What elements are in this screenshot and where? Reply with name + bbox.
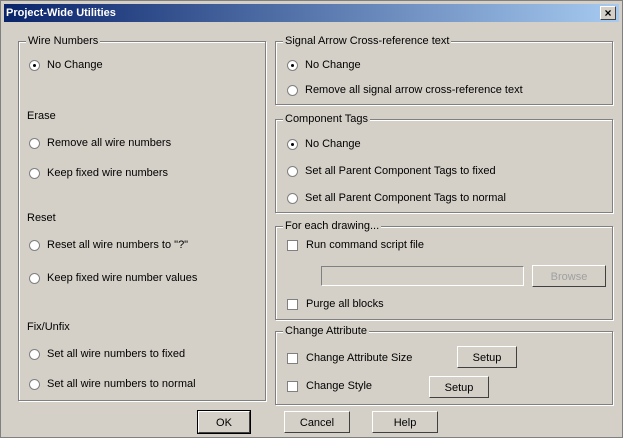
change-attribute-group-label: Change Attribute: [283, 324, 369, 338]
option-label: No Change: [305, 138, 361, 150]
purge-all-blocks-checkbox[interactable]: Purge all blocks: [287, 296, 384, 312]
option-label: No Change: [305, 59, 361, 71]
wire-numbers-group: Wire Numbers No Change Erase Remove all …: [18, 34, 266, 401]
component-tags-group-label: Component Tags: [283, 112, 370, 126]
reset-section-label: Reset: [27, 212, 56, 224]
radio-selected-icon: [29, 59, 40, 71]
component-tags-no-change-radio[interactable]: No Change: [287, 136, 361, 152]
radio-icon: [29, 167, 40, 179]
radio-icon: [287, 165, 298, 177]
option-label: Set all Parent Component Tags to normal: [305, 192, 506, 204]
signal-arrow-remove-radio[interactable]: Remove all signal arrow cross-reference …: [287, 82, 523, 98]
option-label: Keep fixed wire number values: [47, 272, 198, 284]
erase-keep-fixed-radio[interactable]: Keep fixed wire numbers: [29, 165, 168, 181]
option-label: Change Style: [306, 380, 373, 392]
signal-arrow-group-label: Signal Arrow Cross-reference text: [283, 34, 452, 48]
change-attribute-group: Change Attribute Change Attribute Size S…: [275, 324, 613, 405]
project-wide-utilities-dialog: Project-Wide Utilities × Wire Numbers No…: [0, 0, 623, 438]
option-label: Set all wire numbers to normal: [47, 378, 196, 390]
radio-selected-icon: [287, 59, 298, 71]
for-each-drawing-group-label: For each drawing...: [283, 219, 382, 233]
option-label: Remove all wire numbers: [47, 137, 172, 149]
close-icon: ×: [604, 6, 612, 20]
option-label: Set all wire numbers to fixed: [47, 348, 186, 360]
run-command-script-checkbox[interactable]: Run command script file: [287, 237, 424, 253]
radio-icon: [29, 137, 40, 149]
radio-icon: [29, 239, 40, 251]
radio-icon: [287, 192, 298, 204]
fix-set-normal-radio[interactable]: Set all wire numbers to normal: [29, 376, 196, 392]
option-label: No Change: [47, 59, 103, 71]
fix-set-fixed-radio[interactable]: Set all wire numbers to fixed: [29, 346, 185, 362]
radio-icon: [29, 348, 40, 360]
option-label: Set all Parent Component Tags to fixed: [305, 165, 496, 177]
option-label: Change Attribute Size: [306, 352, 413, 364]
component-tags-fixed-radio[interactable]: Set all Parent Component Tags to fixed: [287, 163, 496, 179]
option-label: Purge all blocks: [306, 298, 384, 310]
close-button[interactable]: ×: [600, 6, 616, 20]
option-label: Remove all signal arrow cross-reference …: [305, 84, 523, 96]
script-file-path-field[interactable]: [321, 266, 524, 286]
fix-unfix-section-label: Fix/Unfix: [27, 321, 70, 333]
checkbox-icon: [287, 239, 298, 251]
option-label: Keep fixed wire numbers: [47, 167, 169, 179]
signal-arrow-group: Signal Arrow Cross-reference text No Cha…: [275, 34, 613, 105]
browse-button[interactable]: Browse: [532, 265, 606, 287]
reset-all-radio[interactable]: Reset all wire numbers to "?": [29, 237, 188, 253]
signal-arrow-no-change-radio[interactable]: No Change: [287, 57, 361, 73]
radio-icon: [29, 378, 40, 390]
option-label: Run command script file: [306, 239, 424, 251]
change-attribute-size-checkbox[interactable]: Change Attribute Size: [287, 350, 412, 366]
radio-selected-icon: [287, 138, 298, 150]
erase-section-label: Erase: [27, 110, 56, 122]
ok-button[interactable]: OK: [197, 410, 251, 434]
wire-numbers-no-change-radio[interactable]: No Change: [29, 57, 103, 73]
style-setup-button[interactable]: Setup: [429, 376, 489, 398]
cancel-button[interactable]: Cancel: [284, 411, 350, 433]
component-tags-normal-radio[interactable]: Set all Parent Component Tags to normal: [287, 190, 506, 206]
window-title: Project-Wide Utilities: [6, 7, 116, 19]
title-bar: Project-Wide Utilities ×: [4, 4, 619, 22]
wire-numbers-group-label: Wire Numbers: [26, 34, 101, 48]
erase-remove-all-radio[interactable]: Remove all wire numbers: [29, 135, 171, 151]
component-tags-group: Component Tags No Change Set all Parent …: [275, 112, 613, 213]
checkbox-icon: [287, 380, 298, 392]
checkbox-icon: [287, 352, 298, 364]
radio-icon: [29, 272, 40, 284]
reset-keep-fixed-radio[interactable]: Keep fixed wire number values: [29, 270, 197, 286]
help-button[interactable]: Help: [372, 411, 438, 433]
checkbox-icon: [287, 298, 298, 310]
for-each-drawing-group: For each drawing... Run command script f…: [275, 219, 613, 320]
radio-icon: [287, 84, 298, 96]
option-label: Reset all wire numbers to "?": [47, 239, 189, 251]
attribute-size-setup-button[interactable]: Setup: [457, 346, 517, 368]
change-style-checkbox[interactable]: Change Style: [287, 378, 372, 394]
